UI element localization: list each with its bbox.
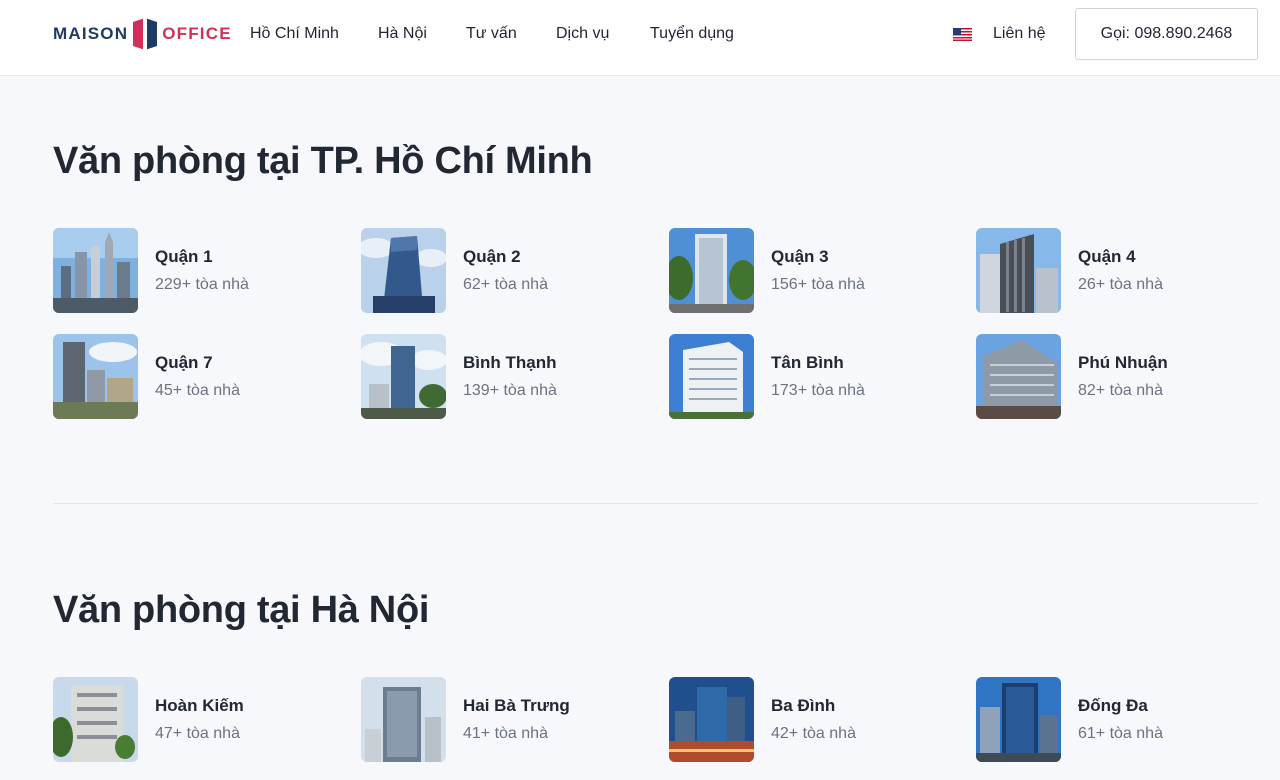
district-name: Quận 3	[771, 247, 829, 266]
building-count: 82+ tòa nhà	[1078, 382, 1163, 399]
district-photo	[53, 677, 138, 762]
district-name: Hoàn Kiếm	[155, 696, 244, 715]
district-name: Quận 7	[155, 353, 213, 372]
building-count: 45+ tòa nhà	[155, 382, 240, 399]
nav-ho-chi-minh[interactable]: Hồ Chí Minh	[250, 24, 339, 44]
hcm-section-title: Văn phòng tại TP. Hồ Chí Minh	[53, 140, 593, 182]
hanoi-section-title: Văn phòng tại Hà Nội	[53, 589, 430, 631]
district-name: Hai Bà Trưng	[463, 696, 570, 715]
nav-tuyen-dung[interactable]: Tuyển dụng	[650, 24, 734, 44]
district-card-quan-3[interactable]: Quận 3 156+ tòa nhà	[669, 228, 929, 313]
building-count: 62+ tòa nhà	[463, 276, 548, 293]
district-photo	[976, 228, 1061, 313]
building-count: 41+ tòa nhà	[463, 725, 548, 742]
maison-office-logo[interactable]: MAISON OFFICE	[53, 18, 232, 50]
district-photo	[669, 228, 754, 313]
district-card-binh-thanh[interactable]: Bình Thạnh 139+ tòa nhà	[361, 334, 621, 419]
building-count: 42+ tòa nhà	[771, 725, 856, 742]
logo-word-maison: MAISON	[53, 24, 129, 43]
district-card-quan-2[interactable]: Quận 2 62+ tòa nhà	[361, 228, 621, 313]
district-name: Quận 1	[155, 247, 213, 266]
district-photo	[669, 677, 754, 762]
district-card-dong-da[interactable]: Đống Đa 61+ tòa nhà	[976, 677, 1236, 762]
district-card-quan-4[interactable]: Quận 4 26+ tòa nhà	[976, 228, 1236, 313]
building-count: 139+ tòa nhà	[463, 382, 557, 399]
district-photo	[361, 677, 446, 762]
district-photo	[53, 228, 138, 313]
logo-mark-icon	[133, 18, 158, 50]
district-card-quan-7[interactable]: Quận 7 45+ tòa nhà	[53, 334, 313, 419]
building-count: 156+ tòa nhà	[771, 276, 865, 293]
nav-ha-noi[interactable]: Hà Nội	[378, 24, 427, 44]
district-photo	[53, 334, 138, 419]
nav-tu-van[interactable]: Tư vấn	[466, 24, 517, 44]
district-photo	[361, 334, 446, 419]
district-card-phu-nhuan[interactable]: Phú Nhuận 82+ tòa nhà	[976, 334, 1236, 419]
building-count: 26+ tòa nhà	[1078, 276, 1163, 293]
district-name: Tân Bình	[771, 353, 844, 372]
building-count: 229+ tòa nhà	[155, 276, 249, 293]
district-photo	[669, 334, 754, 419]
district-name: Phú Nhuận	[1078, 353, 1168, 372]
district-name: Bình Thạnh	[463, 353, 557, 372]
site-header: MAISON OFFICE Hồ Chí Minh Hà Nội Tư vấn …	[0, 0, 1280, 76]
section-divider	[53, 503, 1258, 504]
district-photo	[976, 334, 1061, 419]
district-card-ba-dinh[interactable]: Ba Đình 42+ tòa nhà	[669, 677, 929, 762]
district-photo	[361, 228, 446, 313]
district-card-tan-binh[interactable]: Tân Bình 173+ tòa nhà	[669, 334, 929, 419]
nav-dich-vu[interactable]: Dịch vụ	[556, 24, 609, 44]
district-photo	[976, 677, 1061, 762]
district-name: Ba Đình	[771, 696, 836, 715]
building-count: 47+ tòa nhà	[155, 725, 240, 742]
district-card-quan-1[interactable]: Quận 1 229+ tòa nhà	[53, 228, 313, 313]
building-count: 173+ tòa nhà	[771, 382, 865, 399]
logo-word-office: OFFICE	[162, 24, 232, 43]
building-count: 61+ tòa nhà	[1078, 725, 1163, 742]
us-flag-icon[interactable]	[953, 28, 972, 41]
district-name: Quận 2	[463, 247, 521, 266]
district-card-hoan-kiem[interactable]: Hoàn Kiếm 47+ tòa nhà	[53, 677, 313, 762]
district-card-hai-ba-trung[interactable]: Hai Bà Trưng 41+ tòa nhà	[361, 677, 621, 762]
call-button[interactable]: Gọi: 098.890.2468	[1075, 8, 1258, 60]
district-name: Quận 4	[1078, 247, 1136, 266]
district-name: Đống Đa	[1078, 696, 1148, 715]
contact-link[interactable]: Liên hệ	[993, 24, 1046, 44]
